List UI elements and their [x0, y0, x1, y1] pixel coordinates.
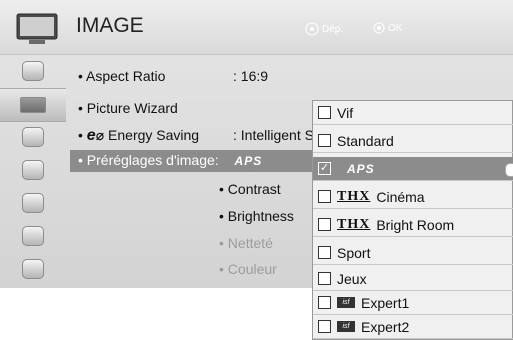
aspect-ratio-row[interactable]: • Aspect Ratio : 16:9 [78, 68, 268, 84]
preset-option-label: Standard [337, 132, 394, 149]
aps-logo: APS [234, 154, 263, 168]
preset-option-aps[interactable]: ✓ APS [313, 157, 513, 181]
preset-option-thx-bright-room[interactable]: THX Bright Room [313, 213, 513, 237]
menu-header: IMAGE Dép. OK [0, 0, 513, 55]
sidebar-item-options[interactable] [0, 220, 66, 252]
preset-option-standard[interactable]: Standard [313, 129, 513, 153]
options-icon [22, 226, 44, 246]
preset-option-label: Expert1 [361, 294, 410, 311]
isf-logo: isf [337, 297, 355, 308]
aspect-ratio-label: • Aspect Ratio [78, 68, 166, 84]
ok-hint: OK [373, 22, 402, 34]
preset-option-thx-cinema[interactable]: THX Cinéma [313, 185, 513, 209]
preset-option-label: Bright Room [376, 216, 455, 233]
sidebar-item-disc[interactable] [0, 55, 66, 87]
sidebar-item-lock[interactable] [0, 187, 66, 219]
picture-wizard-label: • Picture Wizard [78, 100, 178, 116]
brightness-item[interactable]: • Brightness [219, 208, 294, 224]
scroll-knob-icon [505, 163, 513, 177]
checkbox[interactable] [318, 296, 331, 309]
sidebar [0, 55, 67, 288]
preset-option-vif[interactable]: Vif [313, 101, 513, 125]
preset-option-label: Cinéma [376, 188, 425, 205]
checkbox[interactable] [318, 246, 331, 259]
aspect-ratio-value: : 16:9 [233, 68, 269, 84]
preset-option-expert2[interactable]: isf Expert2 [313, 315, 513, 339]
time-icon [22, 160, 44, 180]
checkbox[interactable] [318, 134, 331, 147]
ok-button-icon [373, 22, 385, 34]
sidebar-item-time[interactable] [0, 154, 66, 186]
thx-logo: THX [337, 216, 371, 232]
checkbox[interactable] [318, 218, 331, 231]
picture-wizard-row[interactable]: • Picture Wizard [78, 100, 178, 116]
network-icon [22, 259, 44, 279]
preset-dropdown[interactable]: Vif Standard ✓ APS THX Cinéma THX Bright… [312, 100, 513, 340]
energy-saving-logo: e [86, 127, 96, 144]
picture-preset-label: • Préréglages d'image: [78, 152, 219, 168]
preset-option-label: Expert2 [361, 318, 410, 335]
thx-logo: THX [337, 188, 371, 204]
preset-option-jeux[interactable]: Jeux [313, 267, 513, 291]
isf-logo: isf [337, 321, 355, 332]
sharpness-item: • Netteté [219, 235, 273, 251]
energy-bullet: • [78, 127, 83, 143]
checkbox[interactable] [318, 320, 331, 333]
audio-icon [22, 127, 44, 147]
ok-hint-label: OK [388, 22, 403, 34]
energy-saving-row[interactable]: • e⌀ Energy Saving : Intelligent Se [78, 127, 322, 145]
preset-option-sport[interactable]: Sport [313, 241, 513, 265]
lock-icon [22, 193, 44, 213]
page-title: IMAGE [76, 14, 144, 37]
tv-icon [16, 13, 58, 44]
disc-icon [22, 61, 44, 81]
checkbox[interactable] [318, 272, 331, 285]
color-item: • Couleur [219, 261, 277, 277]
preset-option-label: Sport [337, 244, 371, 261]
energy-saving-value: : Intelligent Se [233, 127, 322, 143]
move-hint: Dép. [305, 22, 343, 36]
dpad-icon [305, 22, 319, 36]
preset-option-label: Vif [337, 104, 354, 121]
picture-preset-row[interactable]: • Préréglages d'image: APS [70, 150, 316, 172]
contrast-item[interactable]: • Contrast [219, 181, 281, 197]
preset-option-label: Jeux [337, 270, 367, 287]
checkbox[interactable] [318, 106, 331, 119]
checkbox[interactable] [318, 190, 331, 203]
picture-icon [20, 97, 46, 113]
preset-option-expert1[interactable]: isf Expert1 [313, 291, 513, 315]
sidebar-item-picture[interactable] [0, 88, 66, 122]
move-hint-label: Dép. [322, 23, 344, 35]
sidebar-item-network[interactable] [0, 253, 66, 285]
sidebar-item-audio[interactable] [0, 121, 66, 153]
checkbox-checked[interactable]: ✓ [318, 162, 331, 175]
energy-saving-label: Energy Saving [108, 127, 200, 143]
aps-logo: APS [347, 161, 375, 176]
